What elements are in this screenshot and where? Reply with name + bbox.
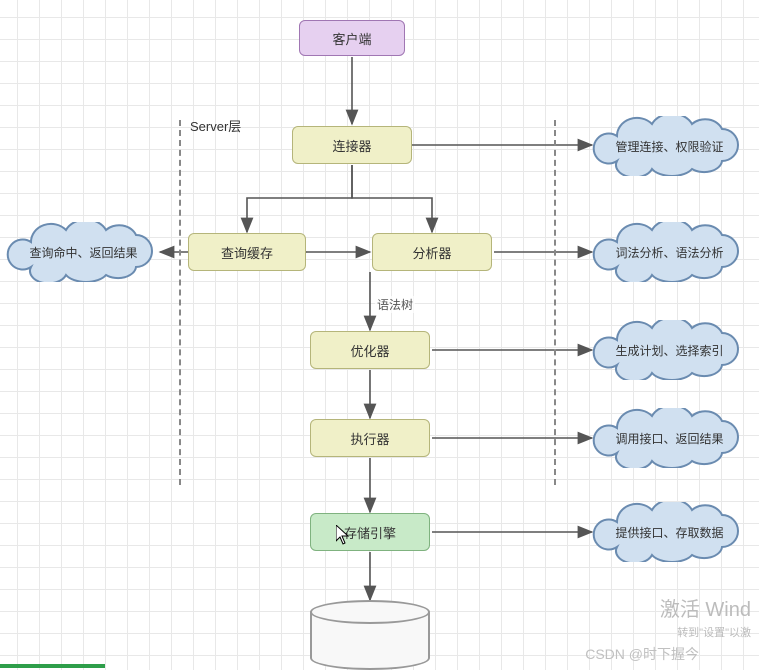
server-group-right-border [554, 120, 556, 485]
node-cache-label: 查询缓存 [221, 243, 273, 262]
node-database [310, 600, 430, 670]
node-storage-label: 存储引擎 [344, 523, 396, 542]
node-optimizer-label: 优化器 [350, 341, 389, 360]
node-analyzer: 分析器 [372, 233, 492, 271]
cloud-text: 调用接口、返回结果 [615, 430, 723, 447]
cloud-cache-note: 查询命中、返回结果 [6, 222, 161, 282]
node-analyzer-label: 分析器 [412, 243, 451, 262]
server-group-label: Server层 [190, 116, 241, 135]
node-connector: 连接器 [292, 126, 412, 164]
server-group-left-border [179, 120, 181, 485]
node-connector-label: 连接器 [332, 136, 371, 155]
cloud-text: 生成计划、选择索引 [615, 342, 723, 359]
node-executor-label: 执行器 [350, 429, 389, 448]
edge-label-syntax-tree: 语法树 [375, 296, 415, 313]
csdn-watermark: CSDN @时下握今 [585, 644, 699, 664]
windows-activation-subtext: 转到"设置"以激 [677, 624, 751, 640]
cloud-text: 提供接口、存取数据 [615, 524, 723, 541]
node-client: 客户端 [299, 20, 405, 56]
progress-bar-accent [0, 664, 105, 668]
cloud-executor-note: 调用接口、返回结果 [592, 408, 747, 468]
cloud-text: 词法分析、语法分析 [615, 244, 723, 261]
cloud-analyzer-note: 词法分析、语法分析 [592, 222, 747, 282]
node-client-label: 客户端 [332, 29, 371, 48]
node-storage: 存储引擎 [310, 513, 430, 551]
windows-activation-watermark: 激活 Wind [660, 593, 751, 622]
cloud-text: 查询命中、返回结果 [29, 244, 137, 261]
cloud-storage-note: 提供接口、存取数据 [592, 502, 747, 562]
cloud-optimizer-note: 生成计划、选择索引 [592, 320, 747, 380]
node-executor: 执行器 [310, 419, 430, 457]
node-optimizer: 优化器 [310, 331, 430, 369]
cloud-connector-note: 管理连接、权限验证 [592, 116, 747, 176]
cloud-text: 管理连接、权限验证 [615, 138, 723, 155]
node-cache: 查询缓存 [188, 233, 306, 271]
